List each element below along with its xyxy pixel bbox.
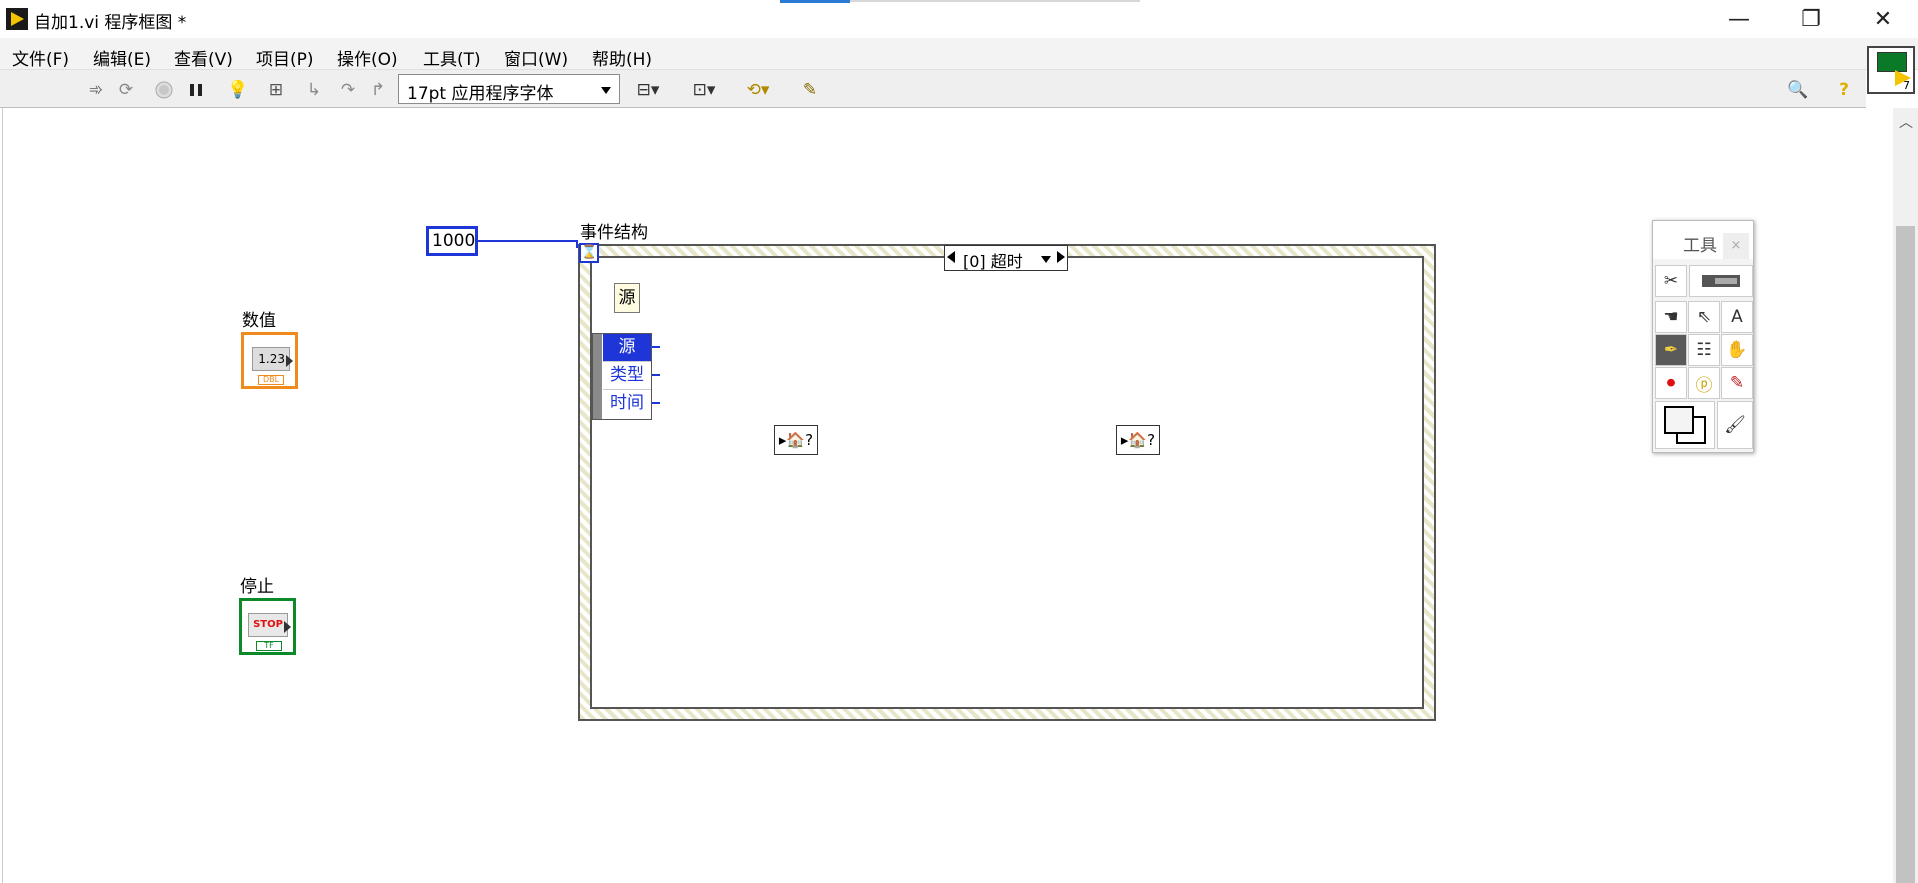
reorder-icon[interactable]: ⟲▾ [738, 78, 778, 102]
align-objects-icon[interactable]: ⊟▾ [628, 78, 668, 102]
prev-case-icon[interactable] [947, 251, 955, 263]
vi-connector-icon[interactable]: 7 [1867, 46, 1915, 94]
pause-icon[interactable] [184, 78, 208, 102]
labview-app-icon [6, 8, 28, 30]
event-data-source[interactable]: 源 [603, 334, 651, 362]
search-icon[interactable]: 🔍 [1782, 78, 1814, 102]
auto-select-toggle-icon[interactable] [1689, 265, 1753, 297]
scroll-hand-icon[interactable]: ✋ [1721, 334, 1753, 366]
menu-tools[interactable]: 工具(T) [423, 45, 481, 70]
window-title: 自加1.vi 程序框图 * [34, 13, 187, 33]
position-arrow-icon[interactable]: ⇖ [1688, 301, 1720, 333]
menu-file[interactable]: 文件(F) [12, 45, 69, 70]
tools-palette: 工具 × ✂ ☚ ⇖ A ✒ ☷ ✋ ⏺ ⓟ ✎ 🖌 [1652, 220, 1754, 453]
menu-operate[interactable]: 操作(O) [337, 45, 398, 70]
font-select[interactable]: 17pt 应用程序字体 [398, 74, 620, 104]
vi-icon-number: 7 [1903, 79, 1910, 92]
title-accent-bar-gray [850, 0, 1140, 2]
numeric-constant[interactable]: 1000 [426, 226, 478, 256]
event-data-node-bar [593, 334, 602, 419]
stop-button-display: STOP [248, 613, 288, 637]
stop-control-terminal[interactable]: STOP TF [239, 598, 296, 655]
run-continuously-icon[interactable]: ⟳ [114, 78, 138, 102]
menu-project[interactable]: 项目(P) [256, 45, 314, 70]
run-arrow-icon[interactable]: ➾ [84, 78, 108, 102]
case-selector-text: [0] 超时 [963, 252, 1023, 271]
menu-help[interactable]: 帮助(H) [592, 45, 652, 70]
event-structure[interactable] [578, 244, 1436, 721]
font-select-value: 17pt 应用程序字体 [407, 84, 554, 104]
distribute-objects-icon[interactable]: ⊡▾ [684, 78, 724, 102]
cleanup-diagram-icon[interactable]: ✎ [794, 78, 826, 102]
minimize-button[interactable]: — [1704, 0, 1774, 38]
terminal-output-icon [286, 355, 293, 367]
step-into-icon[interactable]: ↳ [302, 78, 326, 102]
color-swatch-icon[interactable] [1655, 401, 1715, 449]
step-out-icon[interactable]: ↱ [366, 78, 390, 102]
chevron-down-icon [601, 87, 611, 94]
tools-palette-title-text: 工具 [1683, 236, 1717, 256]
help-icon[interactable]: ? [1832, 78, 1856, 102]
source-node[interactable]: 源 [614, 283, 640, 313]
event-structure-frame[interactable] [590, 256, 1424, 709]
tools-palette-close-button[interactable]: × [1723, 233, 1749, 259]
numeric-control-terminal[interactable]: 1.23 DBL [241, 332, 298, 389]
event-data-type[interactable]: 类型 [603, 362, 651, 390]
menu-edit[interactable]: 编辑(E) [93, 45, 151, 70]
auto-tool-icon[interactable]: ✂ [1655, 265, 1687, 297]
boolean-type-tag: TF [256, 641, 282, 651]
event-structure-label: 事件结构 [580, 223, 648, 243]
chevron-down-icon[interactable] [1041, 256, 1051, 263]
operate-hand-icon[interactable]: ☚ [1655, 301, 1687, 333]
unwired-terminal-left[interactable]: ▸🏠? [774, 425, 818, 455]
title-bar: 自加1.vi 程序框图 * — ❐ ✕ [0, 0, 1918, 38]
terminal-output-icon [284, 621, 291, 633]
vertical-scrollbar[interactable]: ︿ [1893, 108, 1918, 883]
title-accent-bar [780, 0, 850, 3]
shortcut-menu-icon[interactable]: ☷ [1688, 334, 1720, 366]
retain-wire-values-icon[interactable]: ⊞ [264, 78, 288, 102]
close-button[interactable]: ✕ [1848, 0, 1918, 38]
highlight-execution-icon[interactable]: 💡 [226, 78, 250, 102]
toolbar: ➾ ⟳ 💡 ⊞ ↳ ↷ ↱ 17pt 应用程序字体 ⊟▾ ⊡▾ ⟲▾ ✎ 🔍 ? [0, 70, 1866, 108]
breakpoint-icon[interactable]: ⏺ [1655, 367, 1687, 399]
numeric-control-display: 1.23 [252, 347, 290, 371]
event-data-time[interactable]: 时间 [603, 390, 651, 418]
color-copy-icon[interactable]: ✎ [1721, 367, 1753, 399]
text-tool-icon[interactable]: A [1721, 301, 1753, 333]
unwired-terminal-right[interactable]: ▸🏠? [1116, 425, 1160, 455]
event-case-selector[interactable]: [0] 超时 [944, 245, 1068, 271]
source-output-wire [652, 346, 660, 348]
timeout-wire[interactable] [478, 240, 578, 242]
numeric-type-tag: DBL [258, 375, 284, 385]
abort-icon[interactable] [152, 78, 176, 102]
step-over-icon[interactable]: ↷ [336, 78, 360, 102]
menu-view[interactable]: 查看(V) [174, 45, 233, 70]
probe-icon[interactable]: ⓟ [1688, 367, 1720, 399]
coloring-brush-icon[interactable]: 🖌 [1717, 401, 1753, 449]
scroll-thumb[interactable] [1896, 226, 1915, 883]
timeout-terminal-icon[interactable]: ⌛ [579, 243, 599, 263]
wiring-spool-icon[interactable]: ✒ [1655, 334, 1687, 366]
scroll-up-icon[interactable]: ︿ [1899, 112, 1913, 132]
menu-bar: 文件(F) 编辑(E) 查看(V) 项目(P) 操作(O) 工具(T) 窗口(W… [0, 38, 1918, 70]
menu-window[interactable]: 窗口(W) [504, 45, 568, 70]
time-output-wire [652, 402, 660, 404]
numeric-control-label: 数值 [242, 311, 276, 331]
event-data-node[interactable]: 源 类型 时间 [592, 333, 652, 420]
maximize-button[interactable]: ❐ [1776, 0, 1846, 38]
next-case-icon[interactable] [1057, 251, 1065, 263]
stop-control-label: 停止 [240, 577, 274, 597]
type-output-wire [652, 374, 660, 376]
